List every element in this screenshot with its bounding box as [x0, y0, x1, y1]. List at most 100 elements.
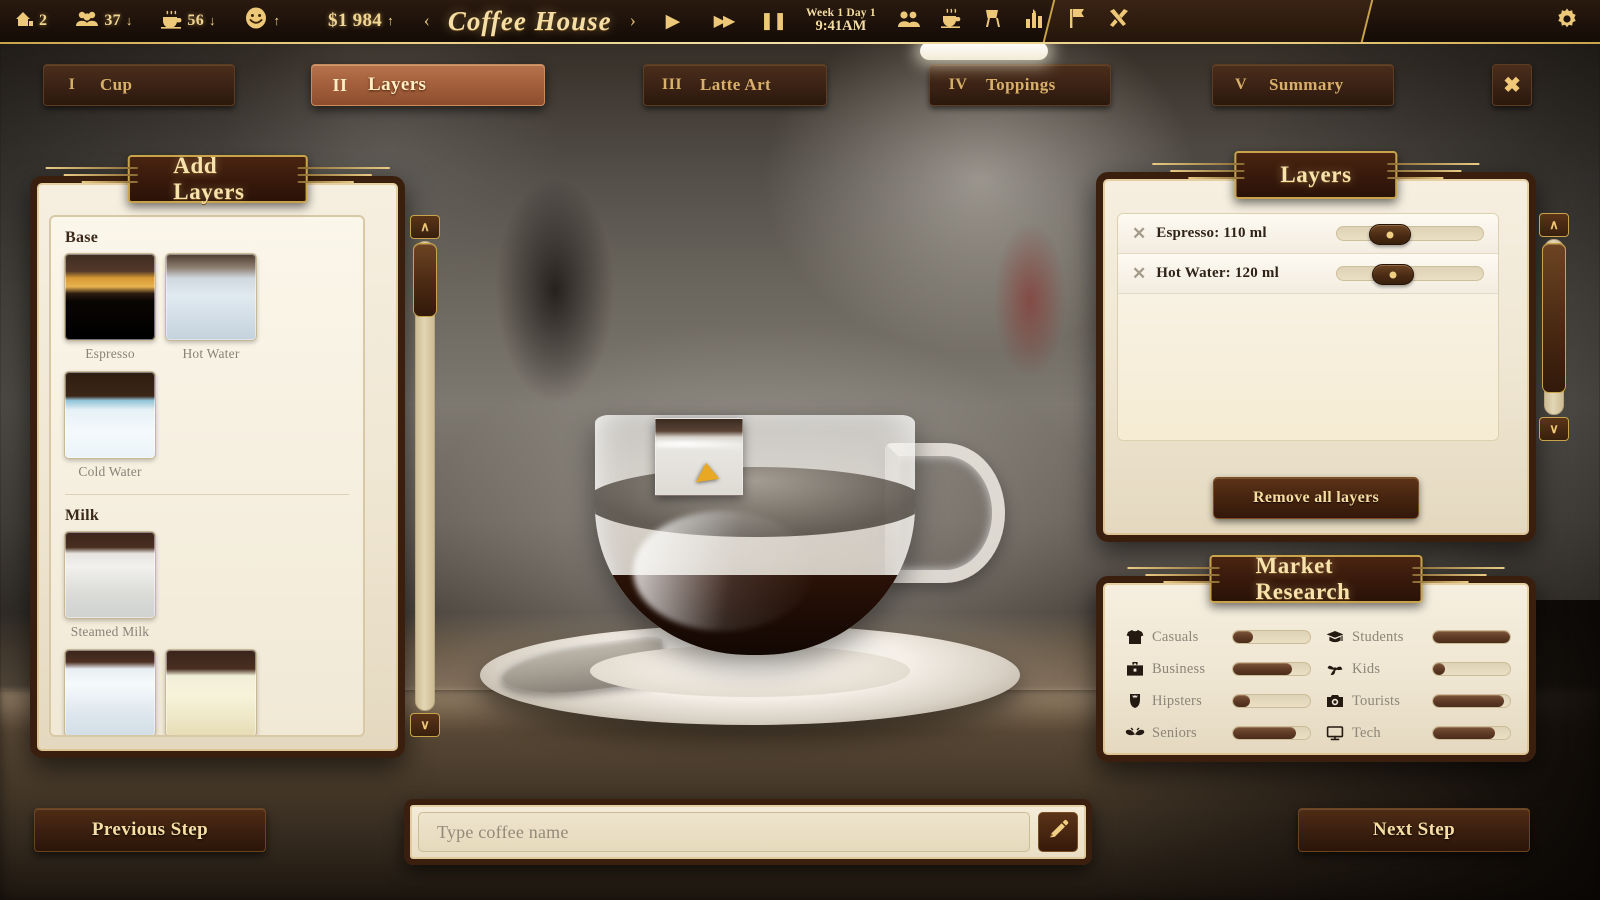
- layer-amount-slider[interactable]: [1336, 224, 1484, 245]
- list-item[interactable]: Hot Water: [165, 253, 257, 362]
- stat-shops-value: 2: [39, 12, 48, 29]
- remove-all-layers-label: Remove all layers: [1253, 489, 1379, 506]
- cold-milk-thumbnail: [64, 649, 156, 735]
- slider-knob[interactable]: [1369, 224, 1412, 245]
- remove-all-layers-button[interactable]: Remove all layers: [1213, 477, 1419, 519]
- stat-happiness[interactable]: ↑: [230, 7, 295, 35]
- remove-layer-icon[interactable]: ✕: [1132, 265, 1146, 282]
- marketing-button[interactable]: [1056, 0, 1098, 43]
- add-layers-title: Add Layers: [173, 153, 245, 204]
- people-icon: [75, 10, 99, 32]
- hot-water-thumbnail: [165, 253, 257, 341]
- scrollbar-thumb[interactable]: [413, 243, 437, 317]
- segment-bar-fill: [1433, 631, 1510, 643]
- tab-latte-art[interactable]: III Latte Art: [643, 64, 827, 106]
- stat-customers[interactable]: 37 ↓: [61, 10, 146, 32]
- milk-items-grid: Steamed Milk Cold Milk Skinny Milk Milk …: [51, 531, 363, 735]
- market-research-panel: Market Research Casuals Students Busines…: [1096, 553, 1536, 762]
- coffee-name-input[interactable]: Type coffee name: [418, 812, 1030, 852]
- stat-coffee-value: 56: [187, 12, 205, 29]
- stat-money[interactable]: $1 984 ↑: [294, 10, 408, 32]
- segment-bar: [1232, 630, 1311, 644]
- segment-bar: [1432, 726, 1511, 740]
- pause-icon: ❚❚: [759, 11, 787, 30]
- stat-coffee-sold[interactable]: 56 ↓: [146, 10, 229, 33]
- cold-water-thumbnail: [64, 371, 156, 459]
- layers-banner: Layers: [1152, 151, 1480, 199]
- fast-forward-button[interactable]: ▶▶: [702, 0, 744, 43]
- segment-bar: [1232, 694, 1311, 708]
- tab-summary[interactable]: V Summary: [1212, 64, 1394, 106]
- add-layers-scrollbar[interactable]: ∧ ∨: [410, 215, 440, 737]
- next-step-label: Next Step: [1372, 819, 1456, 840]
- close-button[interactable]: ✖: [1492, 64, 1532, 106]
- scroll-down-button[interactable]: ∨: [410, 713, 440, 737]
- settings-button[interactable]: [1546, 0, 1588, 43]
- tab-cup-label: Cup: [100, 75, 133, 94]
- stat-happiness-trend: ↑: [273, 13, 281, 28]
- briefcase-icon: [1125, 659, 1145, 679]
- tools-button[interactable]: [1098, 0, 1140, 43]
- slider-knob[interactable]: [1372, 264, 1415, 285]
- market-segment-business: Business: [1125, 655, 1311, 683]
- chevron-up-icon: ∧: [420, 219, 430, 234]
- tshirt-icon: [1125, 627, 1145, 647]
- play-button[interactable]: ▶: [652, 0, 694, 43]
- list-item[interactable]: Cold Water: [64, 371, 156, 480]
- layer-label: Hot Water: 120 ml: [1156, 265, 1279, 281]
- segment-label: Tech: [1352, 724, 1381, 741]
- coffee-cup-icon: [160, 10, 182, 33]
- base-items-grid: Espresso Hot Water Cold Water: [51, 253, 363, 490]
- list-item[interactable]: Steamed Milk: [64, 531, 156, 640]
- chevron-up-icon: ∧: [1549, 217, 1559, 232]
- stat-shops[interactable]: 2: [0, 10, 61, 32]
- cup-body[interactable]: [595, 415, 915, 655]
- next-step-button[interactable]: Next Step: [1298, 808, 1530, 852]
- list-item[interactable]: Cold Milk: [64, 649, 156, 735]
- pause-button[interactable]: ❚❚: [752, 0, 794, 43]
- furniture-button[interactable]: [972, 0, 1014, 43]
- menu-button[interactable]: [930, 0, 972, 43]
- furniture-icon: [982, 8, 1004, 34]
- prev-shop-button[interactable]: ‹: [424, 10, 430, 32]
- scroll-up-button[interactable]: ∧: [410, 215, 440, 239]
- coffee-cup-preview[interactable]: [470, 395, 1030, 735]
- layer-catalog-scroll[interactable]: Base Espresso Hot Water Cold Water Milk …: [49, 215, 365, 737]
- segment-bar: [1432, 694, 1511, 708]
- current-layers-list[interactable]: ✕ Espresso: 110 ml ✕ Hot Water: 120 ml: [1117, 213, 1499, 441]
- market-segment-hipsters: Hipsters: [1125, 687, 1311, 715]
- fast-forward-icon: ▶▶: [713, 13, 736, 30]
- cup-highlight: [633, 511, 813, 631]
- remove-layer-icon[interactable]: ✕: [1132, 225, 1146, 242]
- layers-scrollbar[interactable]: ∧ ∨: [1539, 213, 1569, 441]
- market-segment-students: Students: [1325, 623, 1511, 651]
- scroll-up-button[interactable]: ∧: [1539, 213, 1569, 237]
- market-segment-tourists: Tourists: [1325, 687, 1511, 715]
- segment-bar-fill: [1433, 727, 1495, 739]
- scrollbar-thumb[interactable]: [1542, 243, 1566, 393]
- tab-toppings[interactable]: IV Toppings: [929, 64, 1111, 106]
- statistics-button[interactable]: [1014, 0, 1056, 43]
- segment-bar: [1432, 630, 1511, 644]
- previous-step-button[interactable]: Previous Step: [34, 808, 266, 852]
- camera-icon: [1325, 691, 1345, 711]
- scroll-down-button[interactable]: ∨: [1539, 417, 1569, 441]
- segment-label: Kids: [1352, 660, 1381, 677]
- list-item[interactable]: Skinny Milk: [165, 649, 257, 735]
- table-row[interactable]: ✕ Espresso: 110 ml: [1118, 214, 1498, 254]
- market-segment-kids: Kids: [1325, 655, 1511, 683]
- statistics-icon: [1024, 8, 1046, 34]
- staff-button[interactable]: [888, 0, 930, 43]
- table-row[interactable]: ✕ Hot Water: 120 ml: [1118, 254, 1498, 294]
- tab-layers[interactable]: II Layers: [311, 64, 545, 106]
- add-layers-banner: Add Layers: [45, 153, 390, 204]
- edit-name-button[interactable]: [1038, 812, 1078, 852]
- list-item[interactable]: Espresso: [64, 253, 156, 362]
- market-research-banner: Market Research: [1127, 553, 1505, 604]
- gear-icon: [1555, 7, 1579, 36]
- chevron-down-icon: ∨: [420, 717, 430, 732]
- tab-cup[interactable]: I Cup: [43, 64, 235, 106]
- pencil-icon: [1047, 819, 1069, 846]
- layer-amount-slider[interactable]: [1336, 264, 1484, 285]
- next-shop-button[interactable]: ›: [630, 10, 636, 32]
